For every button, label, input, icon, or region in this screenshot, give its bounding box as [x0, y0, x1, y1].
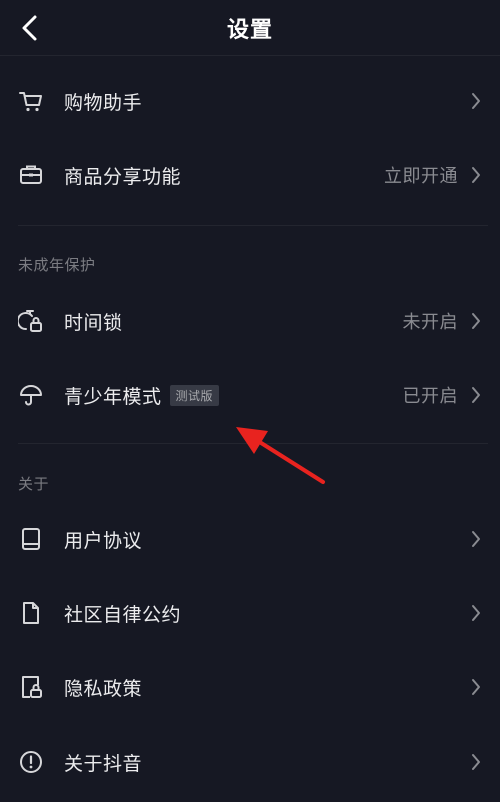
chevron-left-icon [22, 15, 37, 41]
settings-item-community-guidelines[interactable]: 社区自律公约 [0, 576, 500, 650]
settings-item-label: 社区自律公约 [64, 603, 182, 626]
settings-item-user-agreement[interactable]: 用户协议 [0, 502, 500, 576]
settings-item-label: 时间锁 [64, 311, 123, 334]
settings-item-label: 商品分享功能 [64, 165, 182, 188]
section-divider [18, 443, 488, 444]
section-divider [18, 225, 488, 226]
chevron-right-icon [468, 163, 484, 187]
chevron-right-icon [468, 527, 484, 551]
chevron-right-icon [468, 89, 484, 113]
back-button[interactable] [14, 12, 46, 44]
timer-lock-icon [17, 307, 45, 335]
settings-item-shopping-assistant[interactable]: 购物助手 [0, 64, 500, 138]
chevron-right-icon [468, 675, 484, 699]
section-title-minor-protection: 未成年保护 [18, 256, 96, 274]
settings-item-label: 购物助手 [64, 91, 143, 114]
chevron-right-icon [468, 601, 484, 625]
section-title-about: 关于 [18, 475, 50, 493]
settings-item-label: 关于抖音 [64, 752, 143, 775]
chevron-right-icon [468, 383, 484, 407]
document-icon [17, 599, 45, 627]
settings-item-privacy-policy[interactable]: 隐私政策 [0, 650, 500, 724]
settings-item-teen-mode[interactable]: 青少年模式 测试版 已开启 [0, 358, 500, 432]
file-lock-icon [17, 673, 45, 701]
beta-badge: 测试版 [169, 384, 220, 406]
book-icon [17, 525, 45, 553]
settings-item-value: 未开启 [402, 312, 458, 333]
briefcase-icon [17, 161, 45, 189]
chevron-right-icon [468, 309, 484, 333]
settings-item-label: 隐私政策 [64, 677, 143, 700]
umbrella-icon [17, 381, 45, 409]
settings-item-label: 青少年模式 [64, 385, 162, 408]
info-alert-icon [17, 748, 45, 776]
page-title: 设置 [226, 17, 273, 43]
settings-item-time-lock[interactable]: 时间锁 未开启 [0, 284, 500, 358]
settings-item-product-share[interactable]: 商品分享功能 立即开通 [0, 138, 500, 212]
settings-item-value: 立即开通 [384, 166, 458, 187]
cart-icon [17, 87, 45, 115]
settings-item-label: 用户协议 [64, 529, 143, 552]
chevron-right-icon [468, 750, 484, 774]
settings-item-about-app[interactable]: 关于抖音 [0, 725, 500, 799]
settings-item-value: 已开启 [402, 386, 458, 407]
header-bar: 设置 [0, 0, 500, 56]
